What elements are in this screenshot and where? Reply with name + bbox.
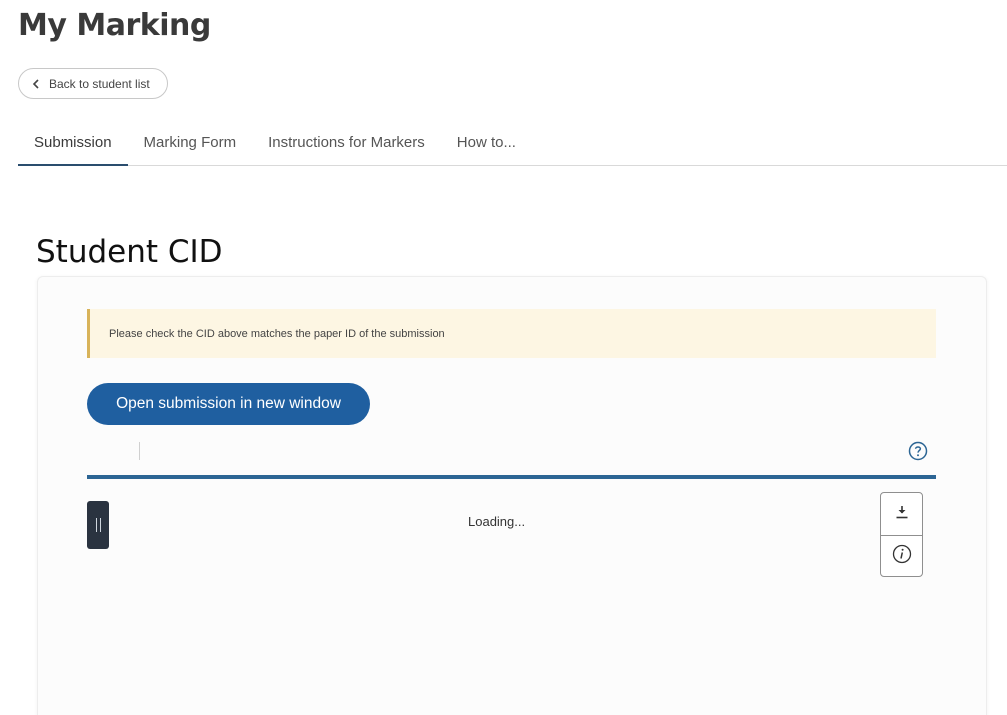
sidebar-toggle-handle[interactable]	[87, 501, 109, 549]
info-icon	[892, 544, 912, 569]
viewer-divider	[87, 475, 936, 479]
viewer-side-tools	[880, 492, 923, 577]
download-button[interactable]	[881, 493, 922, 535]
back-button-label: Back to student list	[49, 76, 150, 91]
help-circle-icon[interactable]	[908, 441, 928, 461]
viewer-toolbar	[87, 437, 936, 477]
tab-submission[interactable]: Submission	[18, 126, 128, 166]
submission-card: Please check the CID above matches the p…	[37, 276, 987, 715]
section-title: Student CID	[36, 234, 223, 270]
download-icon	[894, 504, 910, 525]
toolbar-divider	[139, 442, 140, 460]
loading-status: Loading...	[468, 514, 526, 529]
tab-bar: Submission Marking Form Instructions for…	[18, 126, 1007, 166]
chevron-left-icon	[31, 78, 43, 90]
cid-notice: Please check the CID above matches the p…	[87, 309, 936, 358]
info-button[interactable]	[881, 535, 922, 577]
page: My Marking Back to student list Submissi…	[0, 0, 1007, 715]
notice-text: Please check the CID above matches the p…	[109, 327, 445, 340]
page-title: My Marking	[18, 8, 211, 43]
tab-marking-form[interactable]: Marking Form	[128, 126, 253, 166]
grip-icon	[95, 518, 101, 532]
tab-how-to[interactable]: How to...	[441, 126, 532, 166]
back-to-student-list-button[interactable]: Back to student list	[18, 68, 168, 99]
tab-instructions-for-markers[interactable]: Instructions for Markers	[252, 126, 441, 166]
open-submission-button[interactable]: Open submission in new window	[87, 383, 370, 425]
